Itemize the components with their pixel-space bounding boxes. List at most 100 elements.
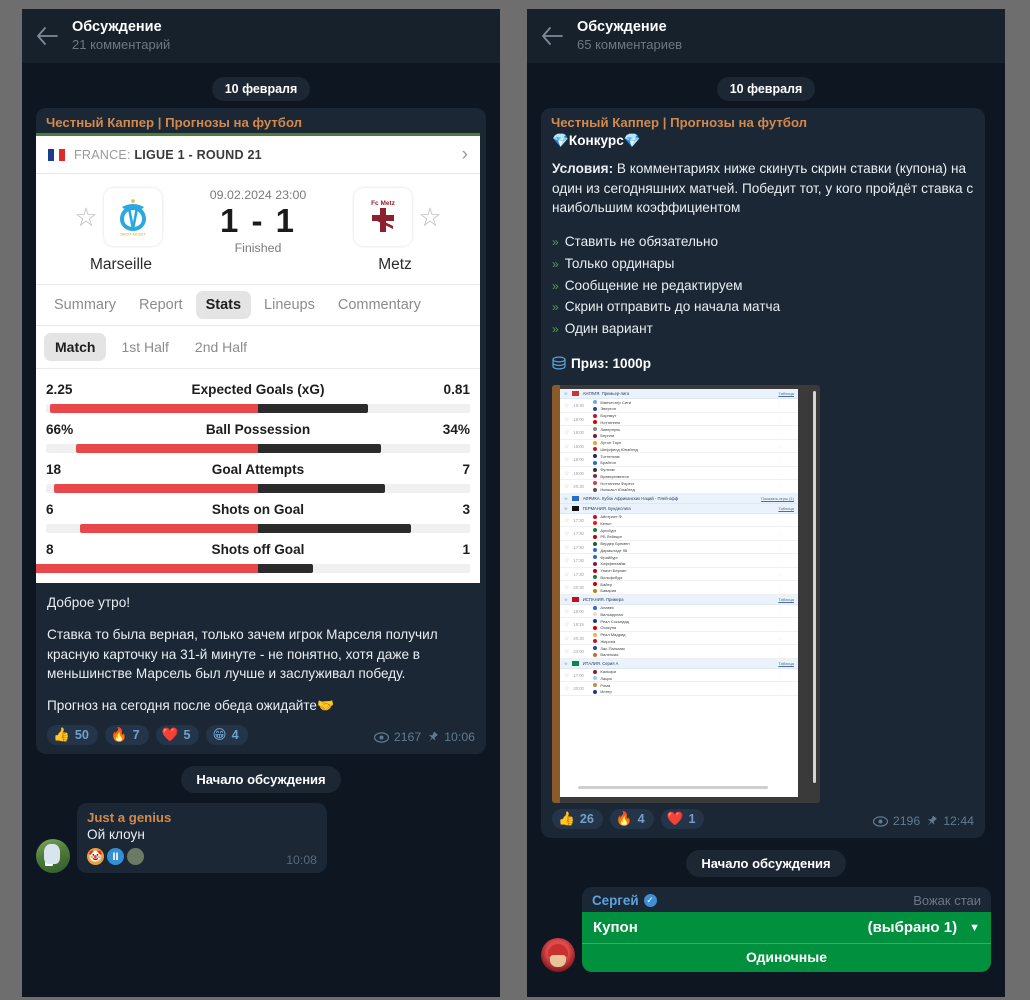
verified-badge-icon: ✓	[643, 894, 657, 908]
right-chat-area[interactable]: 10 февраля Честный Каппер | Прогнозы на …	[527, 63, 1005, 997]
comment-author[interactable]: Just a genius	[87, 810, 317, 825]
match-score: -	[778, 544, 780, 550]
message-paragraph: Доброе утро!	[47, 595, 131, 610]
table-link[interactable]: Показать игры (1)	[761, 496, 794, 501]
tab-stats[interactable]: Stats	[195, 291, 252, 319]
reaction-fire[interactable]: 🔥 4	[609, 809, 654, 830]
match-teams: Айнтрахт Ф. Кельн	[593, 514, 760, 526]
embedded-screenshot-wrap[interactable]: ☆ АНГЛИЯ. Премьер-лига Таблица ☆ 15:30 Манче…	[541, 377, 985, 804]
stat-away-value: 1	[462, 542, 470, 557]
screenshot-content: ☆ АНГЛИЯ. Премьер-лига Таблица ☆ 15:30 Манче…	[560, 389, 798, 798]
left-date-separator: 10 февраля	[22, 77, 500, 101]
comment-reaction-avatars[interactable]: 🤡 II	[87, 848, 317, 866]
bullet-text: Ставить не обязательно	[564, 234, 719, 250]
channel-name[interactable]: Честный Каппер | Прогнозы на футбол	[36, 108, 486, 133]
horizontal-scrollbar[interactable]	[578, 786, 768, 790]
avatar[interactable]	[36, 839, 70, 874]
match-teams: Фрайбург Хоффенхайм	[593, 555, 760, 566]
favorite-star-icon-away[interactable]: ☆	[418, 204, 441, 230]
reaction-fire[interactable]: 🔥 7	[104, 725, 149, 746]
thumbsup-icon: 👍	[558, 811, 575, 827]
match-row: ☆ 17:30 Айнтрахт Ф. Кельн -	[560, 514, 798, 528]
betting-app-screenshot[interactable]: ☆ АНГЛИЯ. Премьер-лига Таблица ☆ 15:30 Манче…	[552, 385, 820, 804]
table-link[interactable]: Таблица	[778, 661, 794, 666]
date-chip: 10 февраля	[211, 77, 311, 101]
favorite-star-icon-home[interactable]: ☆	[74, 204, 97, 230]
reaction-thumbsup[interactable]: 👍 26	[552, 809, 603, 830]
left-message-bubble[interactable]: Честный Каппер | Прогнозы на футбол FRAN…	[36, 108, 486, 755]
stat-label: Goal Attempts	[211, 462, 305, 477]
stat-away-value: 0.81	[443, 382, 470, 397]
bullet-item: » Скрин отправить до начала матча	[552, 296, 974, 318]
conditions-paragraph: Условия: В комментариях ниже скинуть скр…	[552, 159, 974, 218]
table-link[interactable]: Таблица	[778, 597, 794, 602]
comment-bubble[interactable]: Just a genius Ой клоун 🤡 II 10:08	[77, 803, 327, 874]
stat-bar-home	[36, 564, 258, 573]
comment-text: Ой клоун	[87, 827, 145, 843]
bullet-text: Один вариант	[564, 320, 653, 336]
tab-commentary[interactable]: Commentary	[328, 291, 431, 319]
score-center: 09.02.2024 23:00 1 - 1 Finished	[200, 188, 316, 255]
reaction-count: 4	[637, 812, 645, 827]
chevron-down-icon[interactable]: ▼	[969, 922, 980, 934]
views-eye-icon	[373, 732, 389, 743]
tab-summary[interactable]: Summary	[44, 291, 126, 319]
chevron-right-icon[interactable]: ›	[462, 145, 468, 164]
star-icon: ☆	[564, 416, 570, 423]
stat-bar	[46, 444, 470, 453]
message-text: Доброе утро! Ставка то была верная, толь…	[36, 583, 486, 719]
double-chevron-icon: »	[552, 300, 559, 315]
match-time: 15:30	[573, 403, 584, 409]
back-arrow-icon[interactable]	[30, 19, 64, 53]
star-icon: ☆	[564, 505, 568, 511]
match-teams: Реал Сосьедад Осасуна	[593, 619, 760, 630]
match-teams: Унион Берлин Вольфсбург	[593, 568, 760, 580]
coupon-label: Купон	[593, 919, 638, 937]
coupon-image[interactable]: Купон (выбрано 1) ▼ Одиночные	[582, 912, 991, 973]
match-row: ☆ 20:00 Рома Интер -	[560, 682, 798, 696]
tab-report[interactable]: Report	[129, 291, 193, 319]
message-paragraph: Ставка то была верная, только зачем игро…	[47, 627, 438, 681]
match-score: -	[778, 517, 780, 523]
stats-list: 2.25 Expected Goals (xG) 0.81 66% Ball P…	[36, 368, 480, 583]
subtab-1st-half[interactable]: 1st Half	[110, 333, 179, 361]
subtab-match[interactable]: Match	[44, 333, 107, 361]
right-message-bubble[interactable]: Честный Каппер | Прогнозы на футбол 💎Кон…	[541, 108, 985, 839]
table-link[interactable]: Таблица	[778, 506, 794, 511]
stat-bar-away	[258, 444, 381, 453]
left-chat-area[interactable]: 10 февраля Честный Каппер | Прогнозы на …	[22, 63, 500, 997]
coupon-comment-bubble[interactable]: Сергей ✓ Вожак стаи Купон (выбрано 1) ▼ …	[582, 887, 991, 973]
reaction-heart[interactable]: ❤️ 5	[155, 725, 200, 746]
reaction-heart[interactable]: ❤️ 1	[660, 809, 705, 830]
reaction-grin[interactable]: 😁 4	[206, 725, 248, 746]
star-icon: ☆	[564, 558, 570, 565]
screenshot-sidebar	[552, 385, 560, 804]
match-teams: Байер Бавария	[593, 582, 760, 593]
stat-home-value: 8	[46, 542, 54, 557]
channel-name[interactable]: Честный Каппер | Прогнозы на футбол	[541, 108, 985, 133]
match-score: -	[778, 558, 780, 564]
match-row: ☆ 18:00 Тоттенхэм Брайтон -	[560, 453, 798, 467]
league-header[interactable]: FRANCE: LIGUE 1 - ROUND 21 ›	[36, 136, 480, 174]
reaction-thumbsup[interactable]: 👍 50	[47, 725, 98, 746]
prize-text: Приз: 1000р	[571, 355, 652, 371]
sports-match-card[interactable]: FRANCE: LIGUE 1 - ROUND 21 › ☆ DROIT AU …	[36, 133, 480, 583]
message-meta: 2196 12:44	[872, 814, 974, 828]
stat-home-value: 66%	[46, 422, 74, 437]
league-header-row: ☆ ГЕРМАНИЯ. Бундеслига Таблица	[560, 503, 798, 514]
avatar[interactable]	[541, 938, 575, 973]
vertical-scrollbar[interactable]	[813, 391, 816, 784]
table-link[interactable]: Таблица	[778, 391, 794, 396]
reaction-count: 7	[132, 728, 140, 743]
back-arrow-icon[interactable]	[535, 19, 569, 53]
match-time: 18:00	[573, 457, 584, 463]
tab-lineups[interactable]: Lineups	[254, 291, 325, 319]
comment-author[interactable]: Сергей	[592, 893, 639, 908]
fire-icon: 🔥	[615, 811, 633, 827]
flag-icon	[571, 505, 579, 511]
stat-bar	[46, 404, 470, 413]
left-header-subtitle: 21 комментарий	[72, 37, 171, 53]
svg-text:DROIT AU BUT: DROIT AU BUT	[120, 233, 146, 237]
subtab-2nd-half[interactable]: 2nd Half	[184, 333, 258, 361]
stat-home-value: 2.25	[46, 382, 73, 397]
